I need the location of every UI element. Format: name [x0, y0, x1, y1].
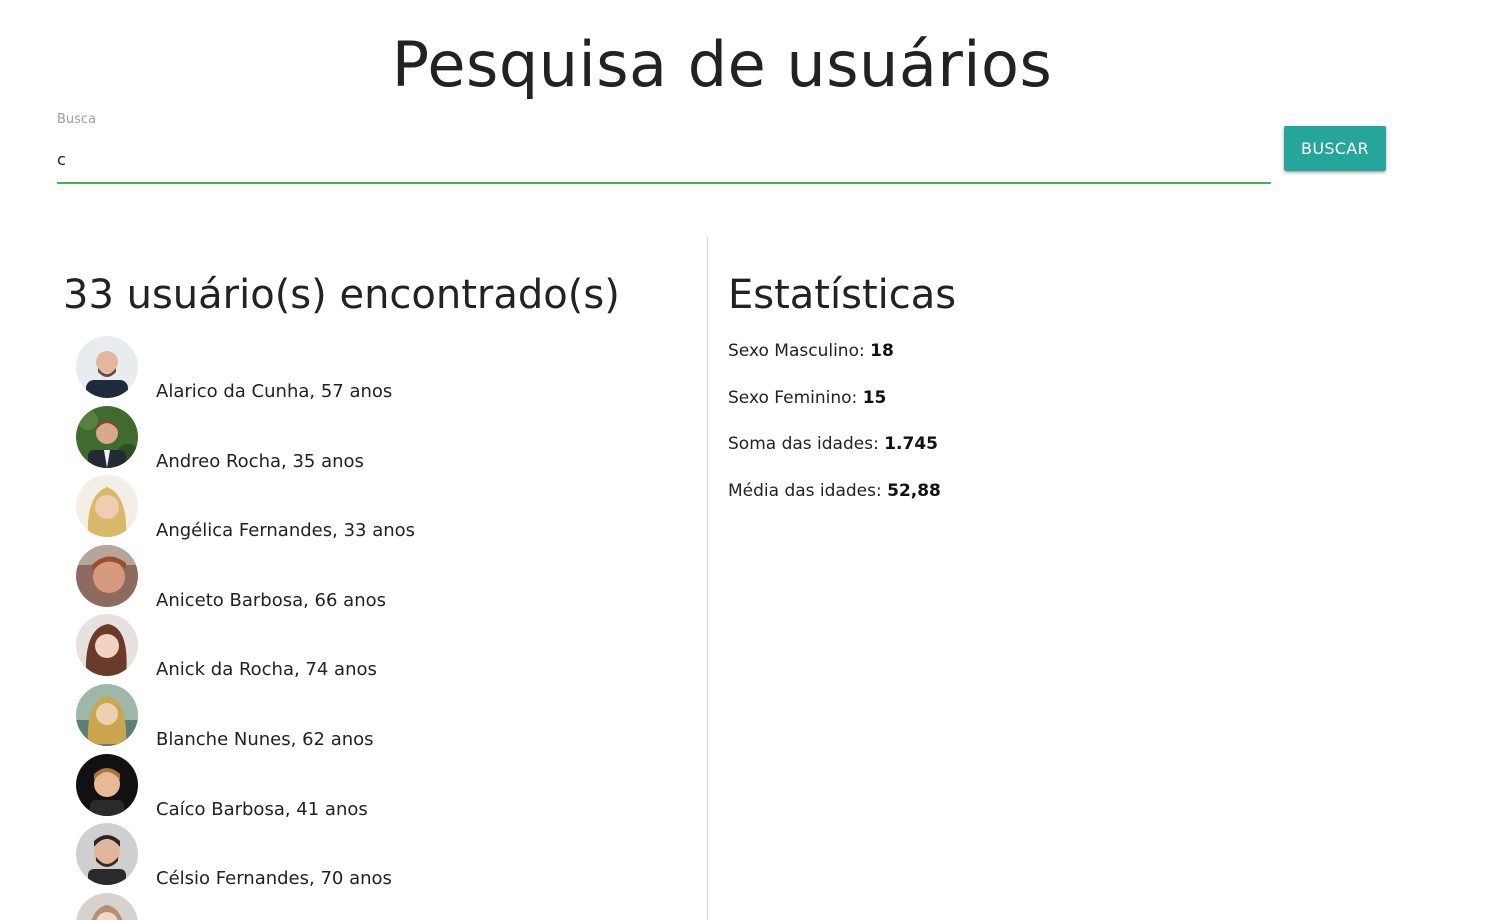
- page-title: Pesquisa de usuários: [391, 28, 1053, 101]
- stat-label: Média das idades:: [728, 481, 888, 501]
- avatar: [76, 753, 138, 816]
- user-label: Blanche Nunes, 62 anos: [156, 728, 374, 750]
- column-divider: [707, 236, 708, 920]
- list-item: [76, 892, 576, 920]
- avatar: [76, 892, 138, 920]
- list-item: Célsio Fernandes, 70 anos: [76, 823, 576, 893]
- stat-label: Sexo Masculino:: [728, 341, 871, 361]
- list-item: Alarico da Cunha, 57 anos: [76, 336, 576, 406]
- avatar: [76, 683, 138, 746]
- results-title: 33 usuário(s) encontrado(s): [63, 272, 620, 318]
- user-label: Célsio Fernandes, 70 anos: [156, 868, 392, 890]
- user-label: Angélica Fernandes, 33 anos: [156, 520, 416, 542]
- avatar: [76, 823, 138, 886]
- stat-value: 15: [862, 388, 887, 408]
- list-item: Aniceto Barbosa, 66 anos: [76, 544, 576, 615]
- user-list: Alarico da Cunha, 57 anos Andreo Rocha, …: [76, 336, 576, 920]
- avatar: [76, 475, 138, 538]
- stat-label: Soma das idades:: [728, 434, 885, 454]
- list-item: Blanche Nunes, 62 anos: [76, 683, 576, 754]
- list-item: Andreo Rocha, 35 anos: [76, 405, 576, 476]
- user-label: Anick da Rocha, 74 anos: [156, 659, 377, 681]
- user-label: Aniceto Barbosa, 66 anos: [156, 589, 387, 611]
- list-item: Angélica Fernandes, 33 anos: [76, 475, 576, 545]
- user-label: Alarico da Cunha, 57 anos: [156, 381, 393, 402]
- avatar: [76, 614, 138, 677]
- avatar: [76, 405, 138, 468]
- list-item: Caíco Barbosa, 41 anos: [76, 753, 576, 824]
- list-item: Anick da Rocha, 74 anos: [76, 614, 576, 684]
- avatar: [76, 336, 138, 398]
- stat-age-sum: Soma das idades: 1.745: [728, 434, 938, 454]
- stat-value: 1.745: [884, 434, 938, 454]
- stat-female: Sexo Feminino: 15: [728, 388, 886, 408]
- stat-value: 52,88: [887, 481, 941, 501]
- search-label: Busca: [57, 112, 97, 127]
- stat-age-average: Média das idades: 52,88: [728, 481, 941, 501]
- search-button[interactable]: BUSCAR: [1284, 126, 1386, 171]
- user-label: Caíco Barbosa, 41 anos: [156, 798, 368, 820]
- stats-title: Estatísticas: [728, 272, 957, 318]
- avatar: [76, 544, 138, 607]
- search-input[interactable]: [57, 136, 1271, 184]
- stat-male: Sexo Masculino: 18: [728, 341, 894, 361]
- user-label: Andreo Rocha, 35 anos: [156, 450, 364, 472]
- page: Pesquisa de usuários Busca BUSCAR 33 usu…: [0, 0, 1506, 920]
- stat-value: 18: [870, 341, 894, 361]
- stat-label: Sexo Feminino:: [728, 388, 863, 408]
